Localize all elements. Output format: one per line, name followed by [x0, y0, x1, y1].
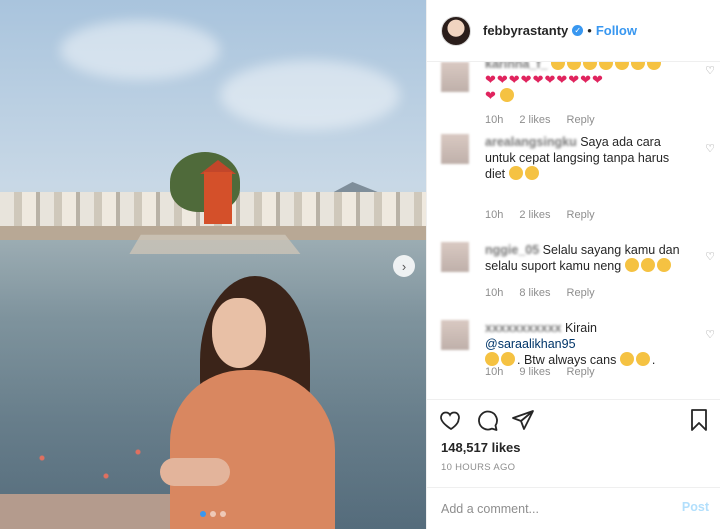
comment-suffix: . Btw always cans [517, 353, 617, 367]
carousel-next-button[interactable]: › [393, 255, 415, 277]
comment-avatar[interactable] [441, 62, 469, 92]
person-face [212, 298, 266, 368]
reply-button[interactable]: Reply [567, 114, 595, 126]
comment-item: arealangsingku Saya ada cara untuk cepat… [441, 134, 715, 221]
comment-like-icon[interactable]: ♡ [705, 64, 715, 77]
comment-meta: 10h 2 likes Reply [485, 209, 595, 221]
carousel-dot-3 [220, 511, 226, 517]
post-header: febbyrastanty ✓ • Follow [427, 0, 720, 62]
carousel-dot-2 [210, 511, 216, 517]
comment-bubble-icon[interactable] [475, 408, 499, 432]
heart-emoji: ❤ [485, 88, 497, 103]
comment-text: karinna_f_ ❤❤❤❤❤❤❤❤❤❤ ❤ [485, 62, 685, 104]
comment-avatar[interactable] [441, 242, 469, 272]
comment-avatar[interactable] [441, 134, 469, 164]
comment-time: 10h [485, 209, 504, 221]
cloud [220, 60, 400, 130]
comment-likes[interactable]: 8 likes [519, 287, 550, 299]
comment-text: nggie_05 Selalu sayang kamu dan selalu s… [485, 242, 685, 274]
comment-username[interactable]: karinna_f_ [485, 62, 548, 72]
post-comment-button[interactable]: Post [682, 500, 709, 514]
comment-username[interactable]: nggie_05 [485, 242, 539, 258]
comment-item: karinna_f_ ❤❤❤❤❤❤❤❤❤❤ ❤ ♡ 10h 2 likes Re… [441, 62, 715, 126]
floating-petals [10, 440, 170, 500]
comment-item: xxxxxxxxxxx Kirain @saraalikhan95 . Btw … [441, 320, 715, 390]
person-dress [170, 370, 335, 529]
verified-badge-icon: ✓ [572, 25, 584, 36]
comment-text: xxxxxxxxxxx Kirain @saraalikhan95 . Btw … [485, 320, 656, 367]
comment-mention-link[interactable]: @saraalikhan95 [485, 337, 576, 351]
comment-time: 10h [485, 287, 504, 299]
temple [204, 172, 232, 224]
carousel-dot-1 [200, 511, 206, 517]
comment-username[interactable]: arealangsingku [485, 134, 577, 150]
heart-eyes-emoji [500, 88, 515, 102]
reply-button[interactable]: Reply [567, 287, 595, 299]
heart-outline-icon[interactable] [439, 408, 463, 432]
reply-button[interactable]: Reply [567, 366, 595, 378]
add-comment-bar: Post [427, 487, 720, 529]
comment-text: arealangsingku Saya ada cara untuk cepat… [485, 134, 685, 182]
avatar[interactable] [441, 15, 471, 46]
follow-button[interactable]: Follow [596, 23, 637, 38]
heart-emojis: ❤❤❤❤❤❤❤❤❤❤ [485, 72, 604, 87]
comment-username[interactable]: xxxxxxxxxxx [485, 320, 561, 336]
cloud [60, 20, 220, 80]
comment-likes[interactable]: 2 likes [519, 209, 550, 221]
comment-avatar[interactable] [441, 320, 469, 350]
comment-likes[interactable]: 2 likes [519, 114, 550, 126]
person-arm [160, 458, 230, 486]
comment-time: 10h [485, 114, 504, 126]
comment-like-icon[interactable]: ♡ [705, 250, 715, 263]
comment-time: 10h [485, 366, 504, 378]
likes-count[interactable]: 148,517 likes [441, 440, 521, 455]
comment-like-icon[interactable]: ♡ [705, 142, 715, 155]
carousel-indicator [200, 511, 226, 517]
comment-item: nggie_05 Selalu sayang kamu dan selalu s… [441, 242, 715, 312]
comment-prefix: Kirain [564, 321, 597, 335]
comments-list[interactable]: karinna_f_ ❤❤❤❤❤❤❤❤❤❤ ❤ ♡ 10h 2 likes Re… [427, 62, 720, 399]
post-side-panel: febbyrastanty ✓ • Follow karinna_f_ ❤❤❤❤… [426, 0, 720, 529]
post-timestamp[interactable]: 10 HOURS AGO [441, 462, 515, 473]
comment-meta: 10h 8 likes Reply [485, 287, 595, 299]
comment-like-icon[interactable]: ♡ [705, 328, 715, 341]
paper-plane-icon[interactable] [511, 408, 535, 432]
comment-meta: 10h 9 likes Reply [485, 366, 595, 378]
comment-likes[interactable]: 9 likes [519, 366, 550, 378]
comment-meta: 10h 2 likes Reply [485, 114, 595, 126]
bookmark-icon[interactable] [687, 408, 711, 432]
chevron-right-icon: › [401, 258, 407, 274]
post-username[interactable]: febbyrastanty [483, 23, 568, 38]
header-separator: • [587, 23, 592, 38]
post-actions: 148,517 likes 10 HOURS AGO [427, 399, 720, 487]
comment-input[interactable] [441, 498, 661, 520]
post-photo[interactable]: › [0, 0, 426, 529]
reply-button[interactable]: Reply [567, 209, 595, 221]
